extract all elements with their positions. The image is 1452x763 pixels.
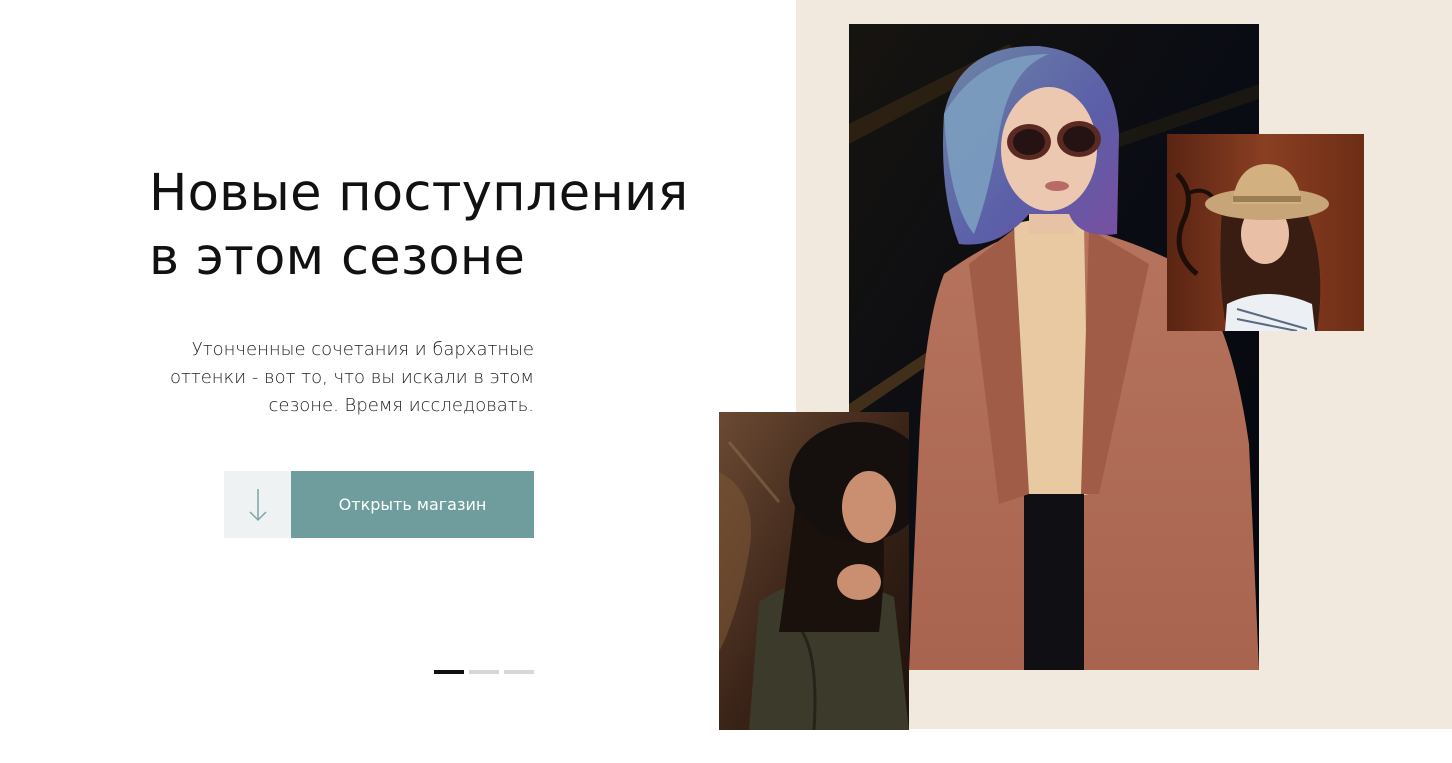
shop-cta: Открыть магазин — [224, 471, 534, 538]
open-shop-button[interactable]: Открыть магазин — [291, 471, 534, 538]
slider-dot-1[interactable] — [434, 670, 464, 674]
slider-dot-3[interactable] — [504, 670, 534, 674]
hero-description-line-2: оттенки - вот то, что вы искали в этом — [169, 367, 534, 388]
hero-description-line-1: Утонченные сочетания и бархатные — [191, 339, 534, 360]
arrow-down-icon — [248, 488, 267, 521]
hero-title: Новые поступления в этом сезоне — [149, 162, 749, 290]
photo-woman-in-black-hat — [719, 412, 909, 730]
hero-title-line-1: Новые поступления — [149, 164, 689, 223]
photo-girl-in-straw-hat — [1167, 134, 1364, 331]
hero-description-line-3: сезоне. Время исследовать. — [268, 395, 534, 416]
slider-pagination — [434, 670, 534, 674]
hero-title-line-2: в этом сезоне — [149, 228, 526, 287]
slider-dot-2[interactable] — [469, 670, 499, 674]
hero-description: Утонченные сочетания и бархатные оттенки… — [144, 336, 534, 420]
photo-woman-in-coat — [849, 24, 1259, 670]
scroll-down-button[interactable] — [224, 471, 291, 538]
